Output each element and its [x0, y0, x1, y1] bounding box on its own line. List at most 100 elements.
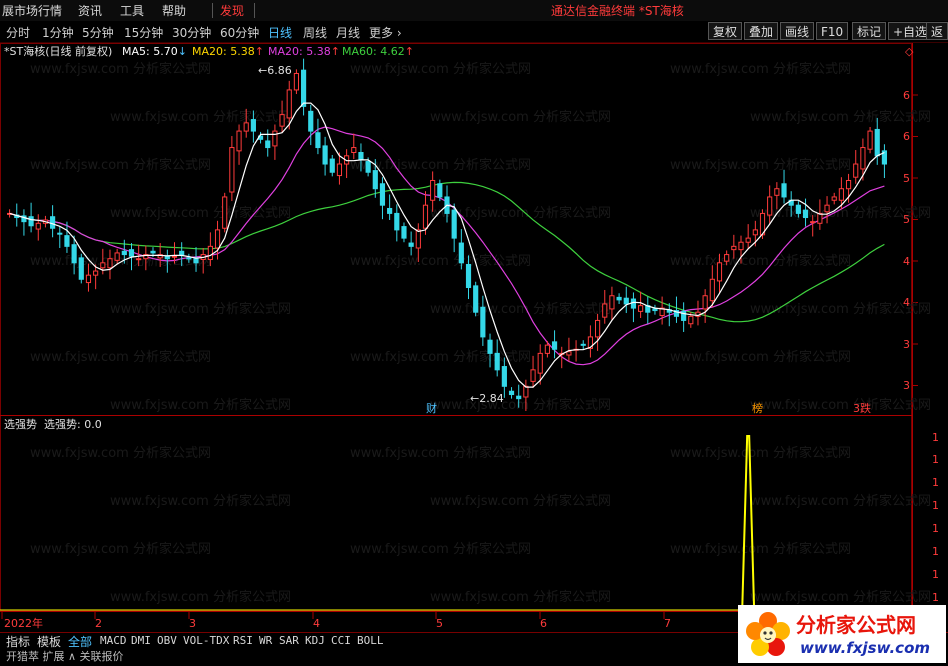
tab-rsi[interactable]: RSI [233, 634, 253, 647]
watermark-text: www.fxjsw.com 分析家公式网 [670, 61, 851, 77]
watermark-text: www.fxjsw.com 分析家公式网 [750, 589, 931, 605]
date-tick: 7 [664, 617, 671, 630]
candle-body [100, 262, 106, 269]
candle-body [767, 196, 773, 216]
candle-body [709, 278, 715, 302]
candle-body [638, 305, 644, 312]
candle-body [315, 132, 321, 149]
candle-body [609, 295, 615, 310]
mark-button[interactable]: 标记 [852, 22, 887, 40]
tab-boll[interactable]: BOLL [357, 634, 384, 647]
overlay-button[interactable]: 叠加 [744, 22, 779, 40]
candle-body [279, 114, 285, 127]
marker-drop[interactable]: 3跌 [853, 401, 871, 415]
candle-body [731, 245, 737, 251]
candle-body [179, 250, 185, 256]
candle-body [487, 339, 493, 354]
period-intraday[interactable]: 分时 [6, 24, 30, 41]
candle-body [150, 250, 156, 254]
ma20-label-yellow: MA20: 5.38↑ [192, 45, 264, 58]
period-5min[interactable]: 5分钟 [82, 24, 114, 41]
watermark-text: www.fxjsw.com 分析家公式网 [750, 493, 931, 509]
candle-body [845, 179, 852, 190]
candle-body [530, 369, 536, 382]
period-1min[interactable]: 1分钟 [42, 24, 74, 41]
candle-body [724, 254, 730, 262]
adjust-button[interactable]: 复权 [708, 22, 743, 40]
diamond-icon[interactable]: ◇ [905, 45, 914, 58]
marker-rank[interactable]: 榜 [752, 401, 763, 415]
candle-body [602, 303, 608, 318]
indicator-tick: 1 [932, 431, 939, 444]
candle-body [795, 204, 801, 214]
marker-finance[interactable]: 财 [426, 401, 437, 415]
candle-body [336, 163, 343, 177]
candle-body [874, 128, 880, 157]
period-30min[interactable]: 30分钟 [172, 24, 211, 41]
tab-dmi[interactable]: DMI [131, 634, 151, 647]
watermark-text: www.fxjsw.com 分析家公式网 [350, 61, 531, 77]
tab-obv[interactable]: OBV [157, 634, 177, 647]
candle-body [860, 147, 866, 170]
draw-line-button[interactable]: 画线 [780, 22, 815, 40]
kline-chart[interactable]: www.fxjsw.com 分析家公式网 www.fxjsw.com 分析家公式网… [0, 43, 948, 632]
indicator-axis: 1 1 1 1 1 1 1 1 [932, 431, 939, 604]
site-logo: 分析家公式网 www.fxjsw.com [738, 605, 946, 663]
menu-tools[interactable]: 工具 [120, 2, 144, 19]
tab-wr[interactable]: WR [259, 634, 272, 647]
f10-button[interactable]: F10 [816, 22, 849, 40]
menu-discover[interactable]: 发现 [220, 2, 244, 19]
candle-body [802, 209, 809, 219]
period-60min[interactable]: 60分钟 [220, 24, 259, 41]
indicator-tick: 1 [932, 568, 939, 581]
menu-news[interactable]: 资讯 [78, 2, 102, 19]
candle-body [580, 343, 586, 346]
candle-body [207, 245, 213, 261]
watermark-text: www.fxjsw.com 分析家公式网 [110, 109, 291, 125]
date-axis: 2022年 2 3 4 5 6 7 8 [4, 616, 797, 630]
indicator-tick: 1 [932, 453, 939, 466]
tab-cci[interactable]: CCI [331, 634, 351, 647]
tab-sar[interactable]: SAR [279, 634, 299, 647]
watermark-text: www.fxjsw.com 分析家公式网 [30, 61, 211, 77]
candle-body [817, 212, 823, 224]
period-15min[interactable]: 15分钟 [124, 24, 163, 41]
candle-body [265, 140, 271, 149]
candle-body [164, 255, 170, 260]
period-more[interactable]: 更多 › [369, 24, 402, 41]
price-axis: 6 6 5 5 4 4 3 3 [903, 89, 910, 392]
candle-body [272, 130, 278, 147]
tab-kdj[interactable]: KDJ [305, 634, 325, 647]
candle-body [301, 69, 307, 107]
tab-vol-tdx[interactable]: VOL-TDX [183, 634, 229, 647]
tab-macd[interactable]: MACD [100, 634, 127, 647]
menu-help[interactable]: 帮助 [162, 2, 186, 19]
period-monthly[interactable]: 月线 [336, 24, 360, 41]
candle-body [738, 241, 744, 251]
watermark-text: www.fxjsw.com 分析家公式网 [350, 541, 531, 557]
watermark-text: www.fxjsw.com 分析家公式网 [30, 541, 211, 557]
candle-body [214, 229, 221, 249]
candle-body [595, 319, 601, 338]
watermark-text: www.fxjsw.com 分析家公式网 [430, 109, 611, 125]
period-daily[interactable]: 日线 [268, 24, 292, 41]
candle-body [501, 366, 507, 387]
watermark-text: www.fxjsw.com 分析家公式网 [110, 397, 291, 413]
watermark-text: www.fxjsw.com 分析家公式网 [110, 205, 291, 221]
ma20-label-magenta: MA20: 5.38↑ [268, 45, 340, 58]
candle-body [458, 242, 464, 264]
candle-body [774, 188, 780, 196]
period-weekly[interactable]: 周线 [303, 24, 327, 41]
watermark-text: www.fxjsw.com 分析家公式网 [430, 205, 611, 221]
indicator-spike [0, 435, 888, 612]
candle-body [473, 285, 479, 313]
candle-body [523, 385, 529, 398]
candle-body [415, 229, 421, 249]
menu-market[interactable]: 展市场行情 [2, 2, 62, 19]
low-price-label: ←2.84 [470, 392, 504, 405]
watermark-text: www.fxjsw.com 分析家公式网 [430, 301, 611, 317]
candle-body [422, 204, 429, 229]
candle-body [387, 207, 393, 214]
return-button[interactable]: 返 [926, 22, 948, 40]
candle-body [50, 216, 56, 229]
